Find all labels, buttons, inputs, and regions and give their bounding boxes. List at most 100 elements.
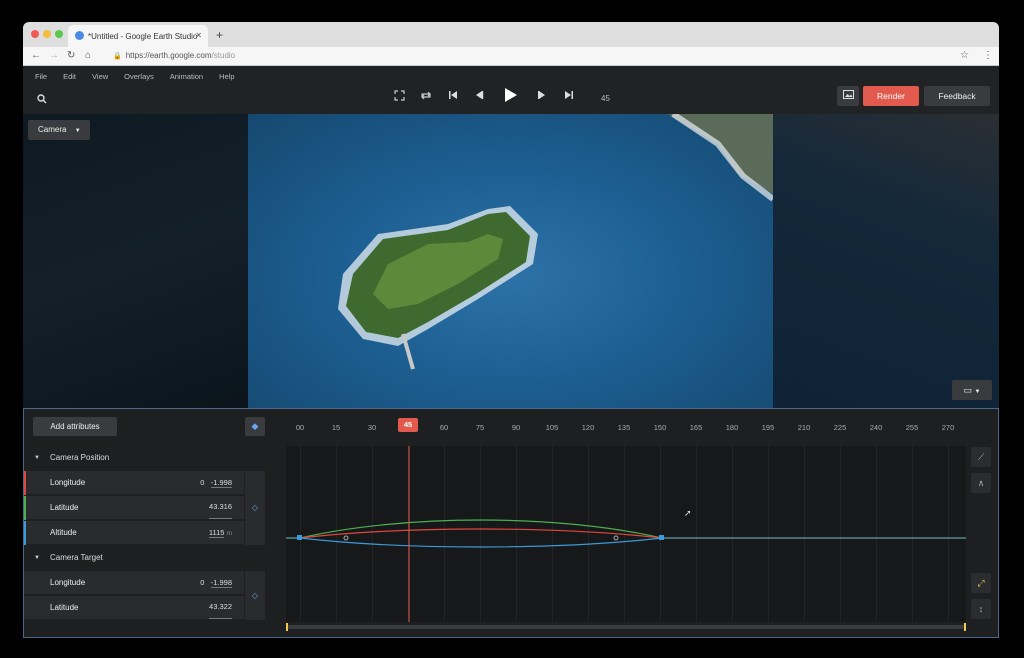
altitude-color-bar	[24, 521, 26, 545]
menu-edit[interactable]: Edit	[63, 72, 76, 81]
keyframe-handle	[297, 535, 302, 540]
longitude-value: -1.998	[210, 478, 232, 488]
longitude-curve	[299, 528, 663, 539]
latitude-value[interactable]: 43.316	[209, 496, 232, 519]
url-path: /studio	[211, 51, 236, 60]
reload-icon[interactable]: ↻	[67, 50, 75, 61]
menu-overlays[interactable]: Overlays	[124, 72, 154, 81]
ruler-tick-label: 60	[439, 423, 449, 432]
target-keyframe-column[interactable]: ◇	[245, 571, 265, 620]
viewport-left-shade	[23, 114, 248, 408]
scroll-end-marker[interactable]	[964, 623, 966, 631]
forward-icon[interactable]: →	[49, 50, 59, 61]
row-camera-position-altitude[interactable]: Altitude 1115 m	[24, 521, 244, 545]
url-domain: https://earth.google.com	[125, 51, 212, 60]
maximize-window-button[interactable]	[55, 30, 63, 38]
keyframe-icon: ◆	[251, 421, 259, 431]
menu-bar: File Edit View Overlays Animation Help	[35, 72, 251, 81]
image-icon	[842, 90, 854, 99]
close-window-button[interactable]	[31, 30, 39, 38]
frame-ruler[interactable]: 00 15 30 45 60 75 90 105 120 135 150 165 180 195 210 22…	[286, 415, 966, 439]
address-toolbar: ← → ↻ ⌂ 🔒 https://earth.google.com/studio…	[23, 47, 999, 66]
play-button[interactable]	[505, 88, 517, 102]
feedback-button[interactable]: Feedback	[924, 86, 990, 106]
home-icon[interactable]: ⌂	[85, 50, 91, 61]
tab-bar: *Untitled - Google Earth Studio ✕ +	[23, 22, 999, 47]
linear-curve-icon: ⟋	[977, 452, 985, 462]
scroll-start-marker[interactable]	[286, 623, 288, 631]
longitude-value: -1.998	[210, 578, 232, 588]
aspect-ratio-dropdown[interactable]: ▭ ▼	[952, 380, 992, 400]
timeline-scrollbar[interactable]	[286, 623, 966, 631]
bezier-handle	[613, 535, 619, 541]
group-camera-position[interactable]: ▼ Camera Position	[24, 446, 286, 470]
menu-view[interactable]: View	[92, 72, 108, 81]
curve-mode-button[interactable]: ⟋	[971, 447, 991, 467]
latitude-value[interactable]: 43.322	[209, 596, 232, 619]
caret-down-icon: ▼	[34, 555, 40, 561]
add-attributes-button[interactable]: Add attributes	[33, 417, 117, 436]
step-back-icon[interactable]	[474, 90, 484, 103]
skip-to-end-icon[interactable]	[564, 90, 574, 103]
back-icon[interactable]: ←	[31, 50, 41, 61]
viewport-right-shade	[773, 114, 999, 408]
menu-file[interactable]: File	[35, 72, 47, 81]
loop-icon[interactable]	[420, 90, 432, 104]
search-icon[interactable]	[37, 94, 47, 107]
altitude-value: 1115	[208, 528, 225, 538]
row-camera-position-latitude[interactable]: Latitude 43.316	[24, 496, 244, 520]
new-tab-button[interactable]: +	[216, 28, 223, 42]
row-camera-position-longitude[interactable]: Longitude 0 -1.998	[24, 471, 244, 495]
keyframe-toggle-button[interactable]: ◆	[245, 417, 265, 436]
group-camera-target[interactable]: ▼ Camera Target	[24, 546, 286, 570]
app-header: File Edit View Overlays Animation Help 4…	[23, 66, 999, 114]
caret-down-icon: ▼	[34, 455, 40, 461]
browser-tab[interactable]: *Untitled - Google Earth Studio ✕	[68, 25, 208, 47]
ruler-tick-label: 195	[761, 423, 775, 432]
row-value[interactable]: 0 -1.998	[200, 571, 232, 595]
zoom-vertical-button[interactable]: ↕	[971, 599, 991, 619]
altitude-curve	[299, 537, 663, 548]
menu-help[interactable]: Help	[219, 72, 234, 81]
render-button[interactable]: Render	[863, 86, 919, 106]
camera-dropdown[interactable]: Camera ▼	[28, 120, 90, 140]
menu-animation[interactable]: Animation	[170, 72, 203, 81]
ruler-tick-label: 75	[475, 423, 485, 432]
row-camera-target-latitude[interactable]: Latitude 43.322	[24, 596, 244, 620]
ruler-tick-label: 105	[545, 423, 559, 432]
playhead-label[interactable]: 45	[398, 418, 418, 432]
curve-track[interactable]: ➚	[286, 446, 966, 622]
row-label: Longitude	[50, 578, 86, 587]
fit-view-button[interactable]: ⤢	[971, 573, 991, 593]
minimize-window-button[interactable]	[43, 30, 51, 38]
bookmark-star-icon[interactable]: ☆	[960, 50, 969, 61]
close-tab-icon[interactable]: ✕	[195, 31, 202, 40]
map-viewport[interactable]: Camera ▼ ▭ ▼	[23, 114, 999, 408]
row-camera-target-longitude[interactable]: Longitude 0 -1.998	[24, 571, 244, 595]
skip-to-start-icon[interactable]	[448, 90, 458, 103]
ease-mode-button[interactable]: ∧	[971, 473, 991, 493]
row-value[interactable]: 0 -1.998	[200, 471, 232, 495]
ruler-tick-label: 00	[295, 423, 305, 432]
earth-favicon-icon	[75, 31, 84, 40]
fullscreen-icon[interactable]	[394, 90, 405, 104]
keyframe-diamond-icon: ◇	[251, 503, 259, 512]
group-label: Camera Position	[50, 453, 110, 462]
chevron-down-icon: ▼	[74, 128, 81, 134]
latitude-color-bar	[24, 496, 26, 520]
ruler-tick-label: 210	[797, 423, 811, 432]
browser-menu-icon[interactable]: ⋮	[983, 50, 993, 61]
row-label: Latitude	[50, 503, 79, 512]
altitude-unit: m	[226, 530, 232, 537]
position-keyframe-column[interactable]: ◇	[245, 471, 265, 545]
row-value[interactable]: 1115 m	[208, 521, 232, 546]
browser-window: *Untitled - Google Earth Studio ✕ + ← → …	[23, 22, 999, 638]
offset-value: 0	[200, 578, 205, 587]
image-preview-button[interactable]	[837, 86, 859, 106]
row-label: Longitude	[50, 478, 86, 487]
tab-title: *Untitled - Google Earth Studio	[88, 32, 198, 41]
ruler-tick-label: 255	[905, 423, 919, 432]
step-forward-icon[interactable]	[537, 90, 547, 103]
longitude-color-bar	[24, 471, 26, 495]
url-field[interactable]: 🔒 https://earth.google.com/studio	[113, 51, 235, 60]
